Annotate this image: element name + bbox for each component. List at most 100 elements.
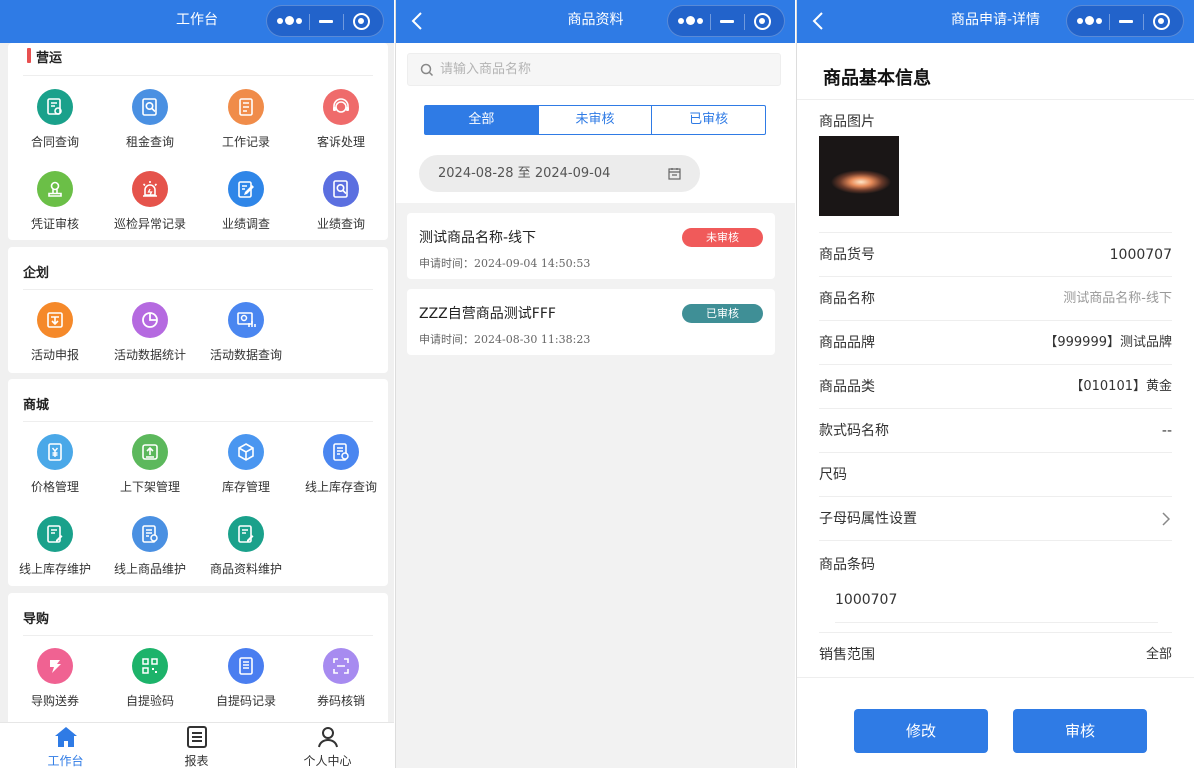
patrol-alarm-icon: [132, 171, 168, 207]
product-image[interactable]: [819, 136, 899, 216]
menu-voucher-audit[interactable]: 凭证审核: [7, 171, 103, 232]
field-label: 尺码: [819, 467, 847, 483]
menu-label: 价格管理: [30, 480, 79, 494]
minimize-icon[interactable]: [720, 20, 734, 23]
tab-unreviewed[interactable]: 未审核: [537, 106, 652, 134]
menu-patrol-abnormal[interactable]: 巡检异常记录: [102, 171, 198, 232]
field-label: 商品品类: [819, 379, 875, 395]
close-target-icon[interactable]: [1153, 13, 1170, 30]
minimize-icon[interactable]: [319, 20, 333, 23]
date-range-text: 2024-08-28 至 2024-09-04: [438, 166, 611, 181]
section-planning: 企划 活动申报 活动数据统计 活动数据查询: [8, 247, 388, 373]
status-filter-tabs: 全部 未审核 已审核: [424, 105, 766, 135]
menu-label: 线上库存查询: [304, 480, 377, 494]
field-product-name: 商品名称 测试商品名称-线下: [819, 277, 1172, 321]
status-badge: 未审核: [682, 228, 763, 247]
field-value: 测试商品名称-线下: [1063, 291, 1172, 306]
online-inventory-search-icon: [323, 434, 359, 470]
bottom-tab-bar: 工作台 报表 个人中心: [0, 722, 394, 768]
field-value: 【010101】黄金: [1070, 379, 1172, 394]
more-icon[interactable]: [678, 14, 704, 28]
menu-rent-search[interactable]: 租金查询: [102, 89, 198, 150]
workbench-panel: 工作台 营运 合同查询 租金查询 工作记录 客诉处理 凭证审核 巡检异常记录 业…: [0, 0, 394, 768]
customer-service-icon: [323, 89, 359, 125]
section-title: 企划: [23, 266, 50, 281]
close-target-icon[interactable]: [353, 13, 370, 30]
menu-online-inventory-maintain[interactable]: 线上库存维护: [7, 516, 103, 577]
menu-activity-stats[interactable]: 活动数据统计: [102, 302, 198, 363]
menu-shelf-management[interactable]: 上下架管理: [102, 434, 198, 495]
more-icon[interactable]: [277, 14, 303, 28]
menu-pickup-verify[interactable]: 自提验码: [102, 648, 198, 709]
menu-label: 合同查询: [30, 135, 79, 149]
menu-label: 客诉处理: [316, 135, 365, 149]
field-size: 尺码: [819, 453, 1172, 497]
field-item-number: 商品货号 1000707: [819, 233, 1172, 277]
menu-pickup-code-record[interactable]: 自提码记录: [198, 648, 294, 709]
product-name: 测试商品名称-线下: [419, 230, 537, 246]
menu-coupon-gift[interactable]: 导购送券: [7, 648, 103, 709]
menu-label: 导购送券: [30, 694, 79, 708]
section-title: 商城: [23, 398, 50, 413]
user-icon: [317, 727, 338, 748]
tab-label: 个人中心: [303, 754, 352, 768]
close-target-icon[interactable]: [754, 13, 771, 30]
menu-label: 券码核销: [316, 694, 365, 708]
nav-bar: 商品申请-详情: [797, 0, 1194, 43]
tab-report[interactable]: 报表: [131, 723, 262, 768]
report-icon: [186, 726, 207, 748]
menu-performance-survey[interactable]: 业绩调查: [198, 171, 294, 232]
menu-label: 活动数据查询: [209, 348, 282, 362]
code-record-icon: [228, 648, 264, 684]
list-item[interactable]: ZZZ自营商品测试FFF 申请时间：2024-08-30 11:38:23 已审…: [407, 289, 775, 355]
field-label: 款式码名称: [819, 423, 889, 439]
more-icon[interactable]: [1077, 14, 1103, 28]
minimize-icon[interactable]: [1119, 20, 1133, 23]
coupon-gift-icon: [37, 648, 73, 684]
edit-button[interactable]: 修改: [854, 709, 988, 753]
menu-online-inventory-search[interactable]: 线上库存查询: [293, 434, 389, 495]
tab-reviewed[interactable]: 已审核: [651, 106, 765, 134]
shelf-management-icon: [132, 434, 168, 470]
audit-button[interactable]: 审核: [1013, 709, 1147, 753]
menu-customer-service[interactable]: 客诉处理: [293, 89, 389, 150]
nav-bar: 工作台: [0, 0, 394, 43]
date-range-picker[interactable]: 2024-08-28 至 2024-09-04: [419, 155, 700, 192]
menu-label: 巡检异常记录: [113, 217, 186, 231]
apply-time: 申请时间：2024-09-04 14:50:53: [419, 257, 591, 270]
rent-search-icon: [132, 89, 168, 125]
price-management-icon: [37, 434, 73, 470]
list-item[interactable]: 测试商品名称-线下 申请时间：2024-09-04 14:50:53 未审核: [407, 213, 775, 279]
field-value: --: [1161, 423, 1172, 439]
menu-activity-report[interactable]: 活动申报: [7, 302, 103, 363]
voucher-audit-icon: [37, 171, 73, 207]
scan-icon: [323, 648, 359, 684]
menu-label: 线上库存维护: [18, 562, 91, 576]
field-label: 商品品牌: [819, 335, 875, 351]
field-sub-code-settings[interactable]: 子母码属性设置: [819, 497, 1172, 541]
menu-label: 自提码记录: [215, 694, 276, 708]
menu-activity-query[interactable]: 活动数据查询: [198, 302, 294, 363]
nav-bar: 商品资料: [396, 0, 795, 43]
tab-workbench[interactable]: 工作台: [0, 723, 131, 768]
mini-program-capsule: [266, 5, 384, 37]
online-product-maintain-icon: [132, 516, 168, 552]
field-label: 销售范围: [819, 647, 875, 663]
activity-report-icon: [37, 302, 73, 338]
menu-work-record[interactable]: 工作记录: [198, 89, 294, 150]
menu-online-product-maintain[interactable]: 线上商品维护: [102, 516, 198, 577]
search-box: [407, 53, 781, 86]
menu-label: 线上商品维护: [113, 562, 186, 576]
menu-performance-search[interactable]: 业绩查询: [293, 171, 389, 232]
section-title: 营运: [36, 51, 63, 66]
tab-profile[interactable]: 个人中心: [262, 723, 393, 768]
menu-product-info-maintain[interactable]: 商品资料维护: [198, 516, 294, 577]
menu-inventory-management[interactable]: 库存管理: [198, 434, 294, 495]
search-input[interactable]: [440, 54, 760, 85]
menu-coupon-writeoff[interactable]: 券码核销: [293, 648, 389, 709]
status-badge: 已审核: [682, 304, 763, 323]
mini-program-capsule: [1066, 5, 1184, 37]
tab-all[interactable]: 全部: [425, 106, 538, 134]
menu-price-management[interactable]: 价格管理: [7, 434, 103, 495]
menu-contract-search[interactable]: 合同查询: [7, 89, 103, 150]
